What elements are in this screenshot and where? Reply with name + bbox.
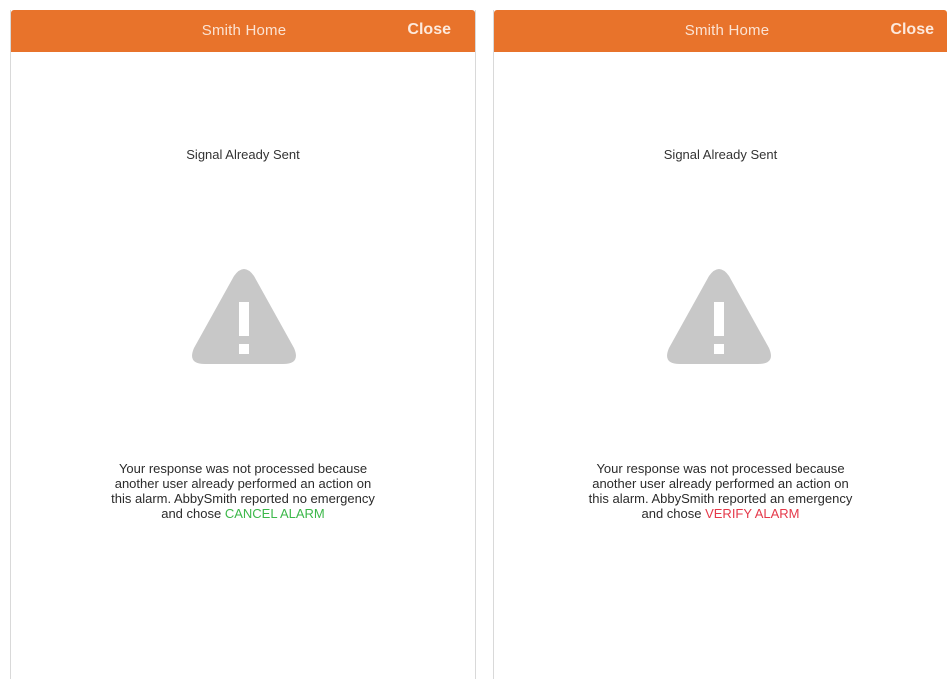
action-cancel-alarm: CANCEL ALARM <box>224 506 325 521</box>
message-line: and chose VERIFY ALARM <box>494 506 947 521</box>
warning-triangle-icon <box>667 269 771 364</box>
message-line: another user already performed an action… <box>592 476 849 491</box>
message-line: and chose CANCEL ALARM <box>11 506 475 521</box>
signal-title: Signal Already Sent <box>663 147 778 162</box>
panel-header: Smith Home Close <box>494 10 947 52</box>
alarm-panel-verify: Smith Home Close Signal Already Sent You… <box>493 10 947 679</box>
header-title: Smith Home <box>684 22 770 39</box>
alarm-panel-cancel: Smith Home Close Signal Already Sent You… <box>10 10 476 679</box>
message-line: this alarm. AbbySmith reported no emerge… <box>111 491 375 506</box>
warning-triangle-icon <box>192 269 296 364</box>
close-button[interactable]: Close <box>407 21 451 39</box>
message-prefix: and chose <box>641 506 706 521</box>
response-message: Your response was not processed because … <box>494 461 947 521</box>
message-line: another user already performed an action… <box>114 476 372 491</box>
message-line: Your response was not processed because <box>596 461 845 476</box>
action-verify-alarm: VERIFY ALARM <box>705 506 800 521</box>
response-message: Your response was not processed because … <box>11 461 475 521</box>
message-prefix: and chose <box>161 506 225 521</box>
close-button[interactable]: Close <box>890 21 934 39</box>
message-line: this alarm. AbbySmith reported an emerge… <box>588 491 853 506</box>
panel-header: Smith Home Close <box>11 10 475 52</box>
message-line: Your response was not processed because <box>118 461 368 476</box>
signal-title: Signal Already Sent <box>186 147 300 162</box>
